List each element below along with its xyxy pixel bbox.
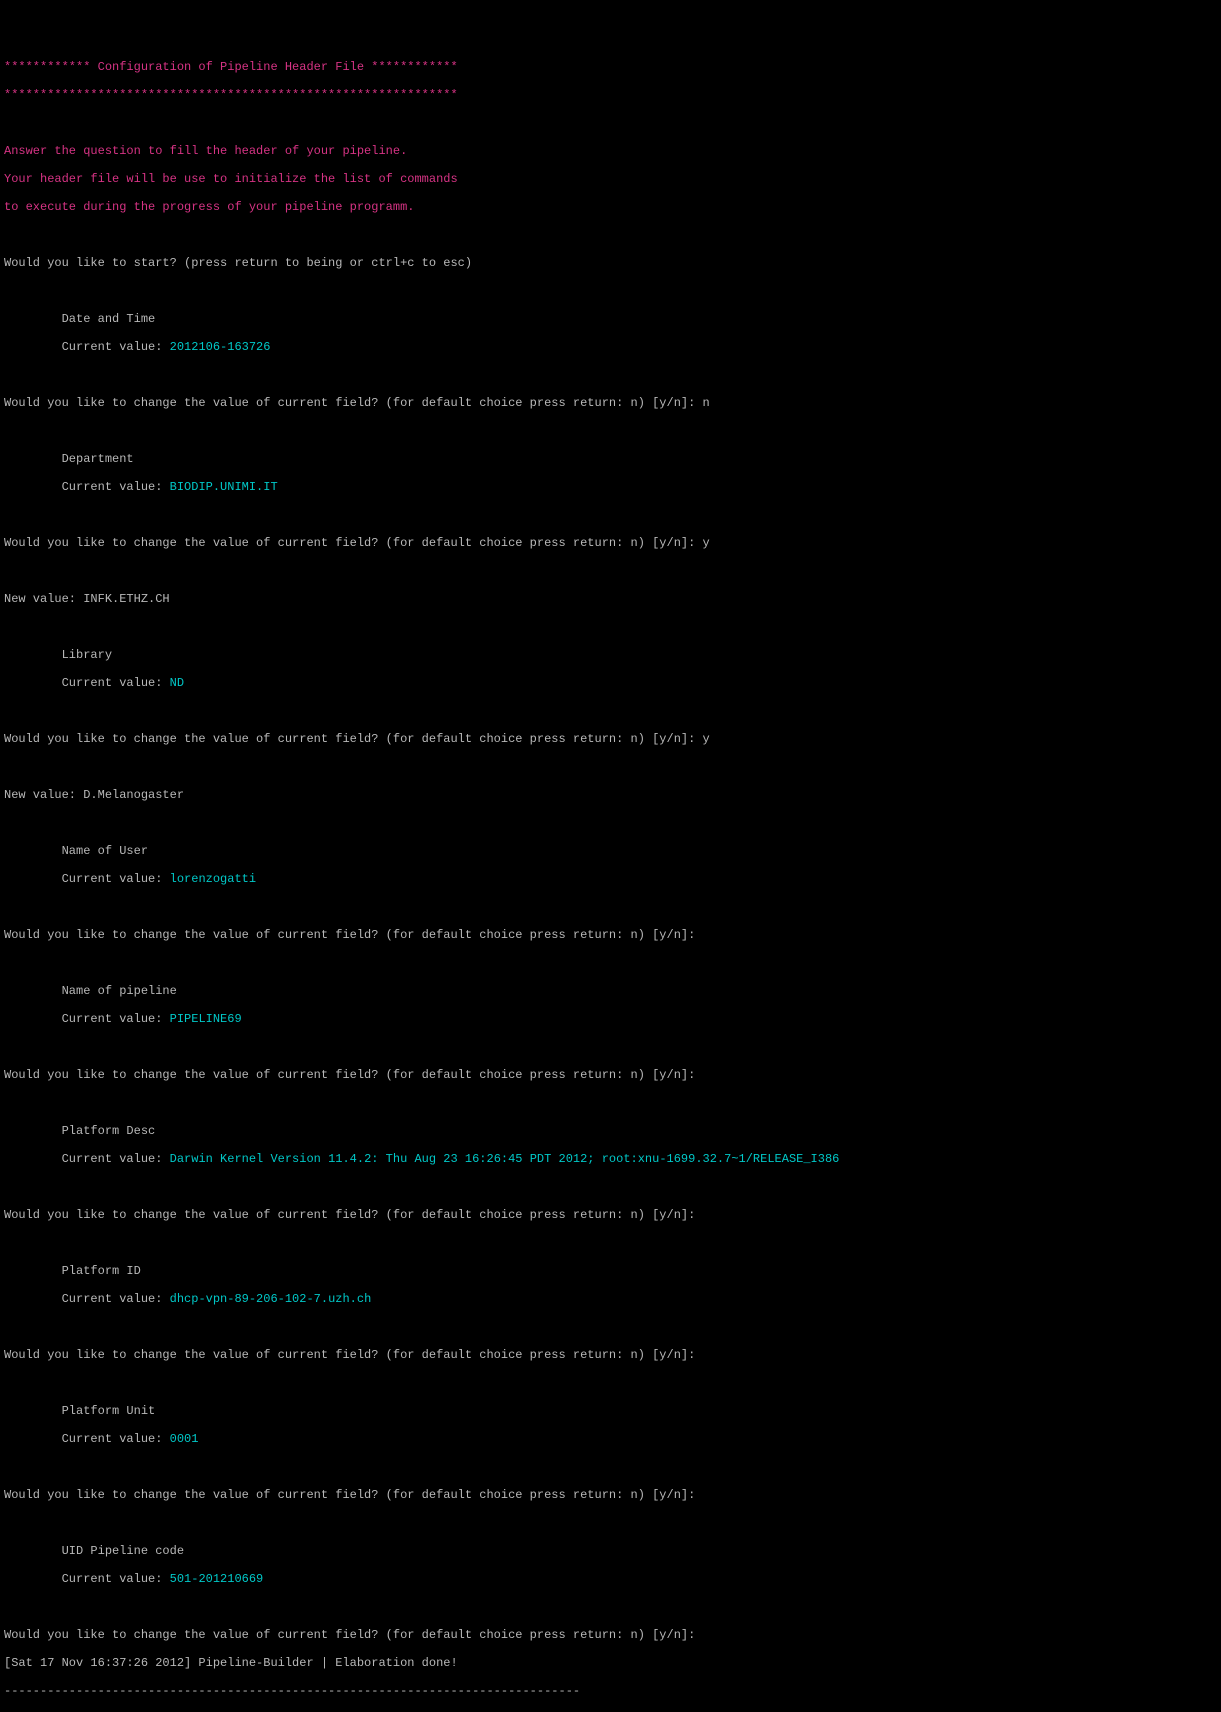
current-value-label: Current value: bbox=[62, 676, 170, 690]
footer-done: [Sat 17 Nov 16:37:26 2012] Pipeline-Buil… bbox=[4, 1656, 1217, 1670]
current-value-label: Current value: bbox=[62, 872, 170, 886]
footer-separator: ----------------------------------------… bbox=[4, 1684, 1217, 1698]
uid-value: 501-201210669 bbox=[170, 1572, 264, 1586]
pipeline-value: PIPELINE69 bbox=[170, 1012, 242, 1026]
field-label-platformid: Platform ID bbox=[62, 1264, 141, 1278]
newvalue-label: New value: bbox=[4, 788, 83, 802]
change-prompt[interactable]: Would you like to change the value of cu… bbox=[4, 1208, 1217, 1222]
newvalue-label: New value: bbox=[4, 592, 83, 606]
field-label-department: Department bbox=[62, 452, 134, 466]
field-label-uid: UID Pipeline code bbox=[62, 1544, 184, 1558]
change-prompt[interactable]: Would you like to change the value of cu… bbox=[4, 1068, 1217, 1082]
library-value: ND bbox=[170, 676, 184, 690]
current-value-label: Current value: bbox=[62, 1572, 170, 1586]
department-response: y bbox=[703, 536, 710, 550]
current-value-label: Current value: bbox=[62, 340, 170, 354]
intro-line-2: Your header file will be use to initiali… bbox=[4, 172, 1217, 186]
library-response: y bbox=[703, 732, 710, 746]
department-newvalue[interactable]: INFK.ETHZ.CH bbox=[83, 592, 169, 606]
field-label-platformunit: Platform Unit bbox=[62, 1404, 156, 1418]
platformid-value: dhcp-vpn-89-206-102-7.uzh.ch bbox=[170, 1292, 372, 1306]
change-prompt[interactable]: Would you like to change the value of cu… bbox=[4, 732, 703, 746]
current-value-label: Current value: bbox=[62, 1292, 170, 1306]
change-prompt[interactable]: Would you like to change the value of cu… bbox=[4, 1348, 1217, 1362]
change-prompt[interactable]: Would you like to change the value of cu… bbox=[4, 396, 703, 410]
current-value-label: Current value: bbox=[62, 480, 170, 494]
platformunit-value: 0001 bbox=[170, 1432, 199, 1446]
field-label-library: Library bbox=[62, 648, 112, 662]
intro-line-3: to execute during the progress of your p… bbox=[4, 200, 1217, 214]
current-value-label: Current value: bbox=[62, 1432, 170, 1446]
field-label-platformdesc: Platform Desc bbox=[62, 1124, 156, 1138]
start-prompt[interactable]: Would you like to start? (press return t… bbox=[4, 256, 1217, 270]
change-prompt[interactable]: Would you like to change the value of cu… bbox=[4, 1628, 1217, 1642]
user-value: lorenzogatti bbox=[170, 872, 256, 886]
field-label-pipeline: Name of pipeline bbox=[62, 984, 177, 998]
library-newvalue[interactable]: D.Melanogaster bbox=[83, 788, 184, 802]
intro-line-1: Answer the question to fill the header o… bbox=[4, 144, 1217, 158]
header-line-1: ************ Configuration of Pipeline H… bbox=[4, 60, 1217, 74]
header-line-2: ****************************************… bbox=[4, 88, 1217, 102]
change-prompt[interactable]: Would you like to change the value of cu… bbox=[4, 1488, 1217, 1502]
change-prompt[interactable]: Would you like to change the value of cu… bbox=[4, 536, 703, 550]
platformdesc-value: Darwin Kernel Version 11.4.2: Thu Aug 23… bbox=[170, 1152, 840, 1166]
department-value: BIODIP.UNIMI.IT bbox=[170, 480, 278, 494]
datetime-value: 2012106-163726 bbox=[170, 340, 271, 354]
current-value-label: Current value: bbox=[62, 1012, 170, 1026]
field-label-datetime: Date and Time bbox=[62, 312, 156, 326]
current-value-label: Current value: bbox=[62, 1152, 170, 1166]
change-prompt[interactable]: Would you like to change the value of cu… bbox=[4, 928, 1217, 942]
datetime-response: n bbox=[703, 396, 710, 410]
